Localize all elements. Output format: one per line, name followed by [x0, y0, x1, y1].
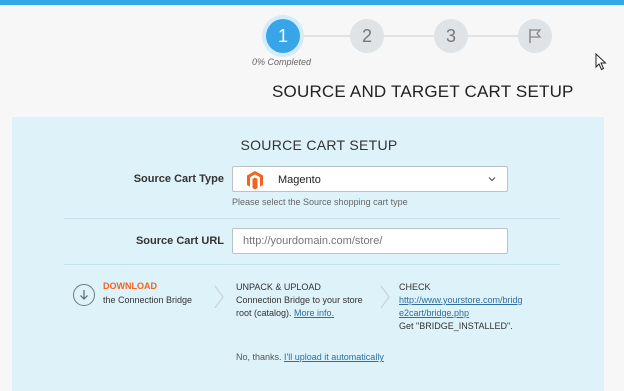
- step-number: 3: [445, 25, 456, 46]
- check-title: CHECK: [399, 282, 431, 292]
- cart-type-help-text: Please select the Source shopping cart t…: [232, 197, 408, 207]
- magento-logo-icon: [247, 171, 263, 190]
- step-connector: [468, 35, 518, 37]
- download-arrow-icon: [80, 290, 88, 300]
- more-info-link[interactable]: More info.: [294, 308, 334, 318]
- step-connector: [300, 35, 350, 37]
- selected-cart-type: Magento: [278, 174, 321, 186]
- check-expected-text: Get "BRIDGE_INSTALLED".: [399, 321, 513, 331]
- source-cart-type-select[interactable]: Magento: [232, 166, 508, 192]
- wizard-step-2[interactable]: 2: [350, 19, 384, 53]
- step-connector: [384, 35, 434, 37]
- download-subtitle: the Connection Bridge: [103, 295, 193, 305]
- upload-automatically-link[interactable]: I'll upload it automatically: [284, 352, 384, 362]
- chevron-right-icon: [380, 285, 390, 309]
- download-title[interactable]: DOWNLOAD: [103, 281, 157, 291]
- section-title: SOURCE CART SETUP: [240, 137, 398, 153]
- chevron-right-icon: [214, 285, 224, 309]
- chevron-down-icon: [488, 177, 496, 182]
- download-bridge-button[interactable]: [73, 284, 95, 306]
- footer-prefix: No, thanks.: [236, 352, 282, 362]
- source-cart-type-label: Source Cart Type: [133, 173, 224, 185]
- upload-line2: root (catalog).: [236, 308, 292, 318]
- progress-text: 0% Completed: [252, 57, 312, 67]
- flag-icon: [529, 29, 542, 43]
- wizard-step-3[interactable]: 3: [434, 19, 468, 53]
- step-number: 2: [361, 25, 372, 46]
- bridge-url-link-part1[interactable]: http://www.yourstore.com/bridg: [399, 295, 523, 305]
- mouse-cursor-icon: [595, 53, 607, 71]
- wizard-step-finish[interactable]: [518, 19, 552, 53]
- top-accent-bar: [0, 0, 624, 5]
- page-title: SOURCE AND TARGET CART SETUP: [272, 82, 574, 101]
- upload-title: UNPACK & UPLOAD: [236, 282, 321, 292]
- step-number: 1: [277, 25, 288, 46]
- divider: [64, 264, 560, 265]
- wizard-step-1[interactable]: 1: [266, 19, 300, 53]
- bridge-url-link-part2[interactable]: e2cart/bridge.php: [399, 308, 469, 318]
- upload-line1: Connection Bridge to your store: [236, 295, 363, 305]
- divider: [64, 218, 560, 219]
- source-cart-url-label: Source Cart URL: [135, 235, 224, 247]
- source-cart-panel: [12, 117, 604, 391]
- source-cart-url-input[interactable]: [232, 228, 508, 254]
- check-step: CHECK http://www.yourstore.com/bridg e2c…: [399, 281, 523, 333]
- footer-text: No, thanks. I'll upload it automatically: [236, 352, 384, 362]
- upload-step: UNPACK & UPLOAD Connection Bridge to you…: [236, 281, 363, 320]
